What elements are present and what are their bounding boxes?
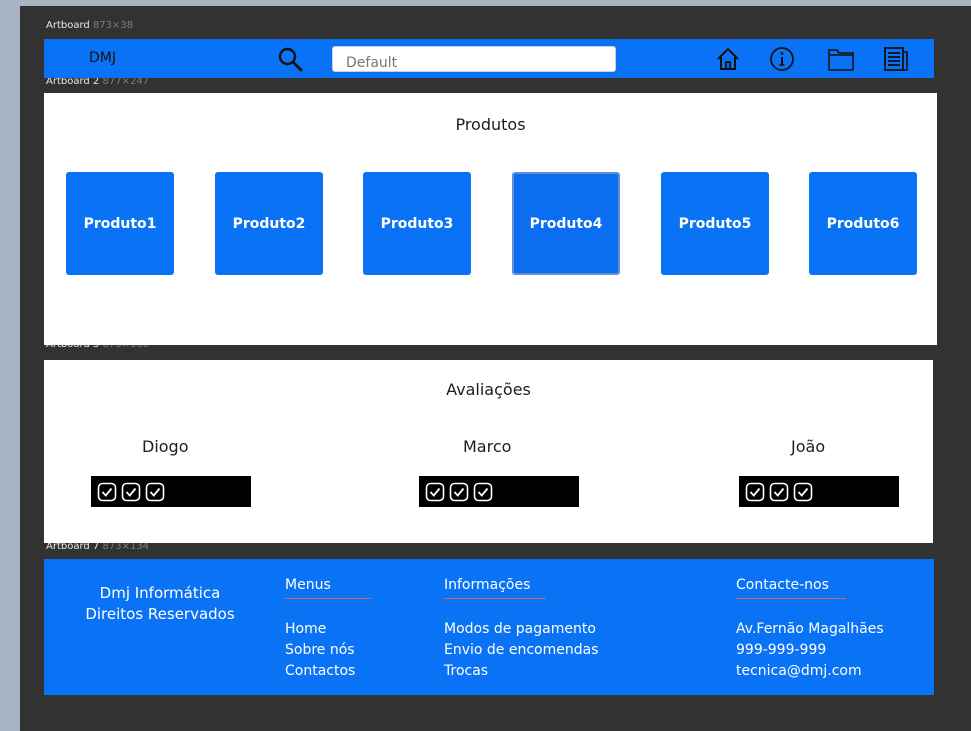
copyright: Dmj Informática Direitos Reservados bbox=[60, 583, 260, 625]
rating-bar[interactable] bbox=[739, 476, 899, 507]
checkbox-checked-icon[interactable] bbox=[793, 482, 813, 502]
product-card-1[interactable]: Produto1 bbox=[66, 172, 174, 275]
footer-link-contacts[interactable]: Contactos bbox=[285, 661, 371, 682]
brand-logo[interactable]: DMJ bbox=[89, 50, 116, 66]
product-card-4[interactable]: Produto4 bbox=[512, 172, 620, 275]
footer-menus-title: Menus bbox=[285, 577, 371, 599]
footer-contact: Contacte-nos Av.Fernão Magalhães 999-999… bbox=[736, 574, 884, 682]
footer-info-title: Informações bbox=[444, 577, 546, 599]
footer-link-about[interactable]: Sobre nós bbox=[285, 640, 371, 661]
product-card-6[interactable]: Produto6 bbox=[809, 172, 917, 275]
checkbox-checked-icon[interactable] bbox=[769, 482, 789, 502]
checkbox-checked-icon[interactable] bbox=[425, 482, 445, 502]
checkbox-checked-icon[interactable] bbox=[97, 482, 117, 502]
product-card-3[interactable]: Produto3 bbox=[363, 172, 471, 275]
checkbox-checked-icon[interactable] bbox=[121, 482, 141, 502]
search-icon[interactable] bbox=[277, 46, 303, 72]
artboard-label-1: Artboard 873×38 bbox=[46, 20, 133, 31]
artboard-name: Artboard bbox=[46, 20, 90, 31]
navbar: DMJ bbox=[44, 39, 934, 78]
footer-link-shipping[interactable]: Envio de encomendas bbox=[444, 640, 599, 661]
product-card-2[interactable]: Produto2 bbox=[215, 172, 323, 275]
document-icon[interactable] bbox=[882, 45, 910, 73]
contact-email[interactable]: tecnica@dmj.com bbox=[736, 661, 884, 682]
company-name: Dmj Informática bbox=[99, 584, 221, 602]
footer-menus: Menus Home Sobre nós Contactos bbox=[285, 574, 371, 682]
folder-icon[interactable] bbox=[827, 45, 855, 73]
product-card-5[interactable]: Produto5 bbox=[661, 172, 769, 275]
home-icon[interactable] bbox=[714, 45, 742, 73]
footer-link-home[interactable]: Home bbox=[285, 619, 371, 640]
rights-text: Direitos Reservados bbox=[85, 605, 235, 623]
products-section: Produtos Produto1 Produto2 Produto3 Prod… bbox=[44, 93, 937, 345]
footer-link-payment[interactable]: Modos de pagamento bbox=[444, 619, 599, 640]
checkbox-checked-icon[interactable] bbox=[473, 482, 493, 502]
footer-contact-title: Contacte-nos bbox=[736, 577, 846, 599]
footer-info: Informações Modos de pagamento Envio de … bbox=[444, 574, 599, 682]
checkbox-checked-icon[interactable] bbox=[145, 482, 165, 502]
info-icon[interactable] bbox=[768, 45, 796, 73]
artboard-size: 873×38 bbox=[92, 20, 134, 31]
rating-bar[interactable] bbox=[91, 476, 251, 507]
contact-address: Av.Fernão Magalhães bbox=[736, 621, 884, 637]
reviewer-name: Marco bbox=[463, 437, 512, 456]
reviewer-name: Diogo bbox=[142, 437, 189, 456]
checkbox-checked-icon[interactable] bbox=[449, 482, 469, 502]
contact-phone: 999-999-999 bbox=[736, 642, 827, 658]
design-canvas: Artboard 873×38 Artboard 2 877×247 Artbo… bbox=[20, 6, 971, 731]
reviews-title: Avaliações bbox=[446, 380, 531, 399]
rating-bar[interactable] bbox=[419, 476, 579, 507]
checkbox-checked-icon[interactable] bbox=[745, 482, 765, 502]
footer-link-returns[interactable]: Trocas bbox=[444, 661, 599, 682]
reviews-section: Avaliações Diogo Marco João bbox=[44, 360, 933, 543]
products-title: Produtos bbox=[455, 115, 526, 134]
footer: Dmj Informática Direitos Reservados Menu… bbox=[44, 559, 934, 695]
reviewer-name: João bbox=[791, 437, 826, 456]
search-input[interactable] bbox=[332, 46, 616, 72]
